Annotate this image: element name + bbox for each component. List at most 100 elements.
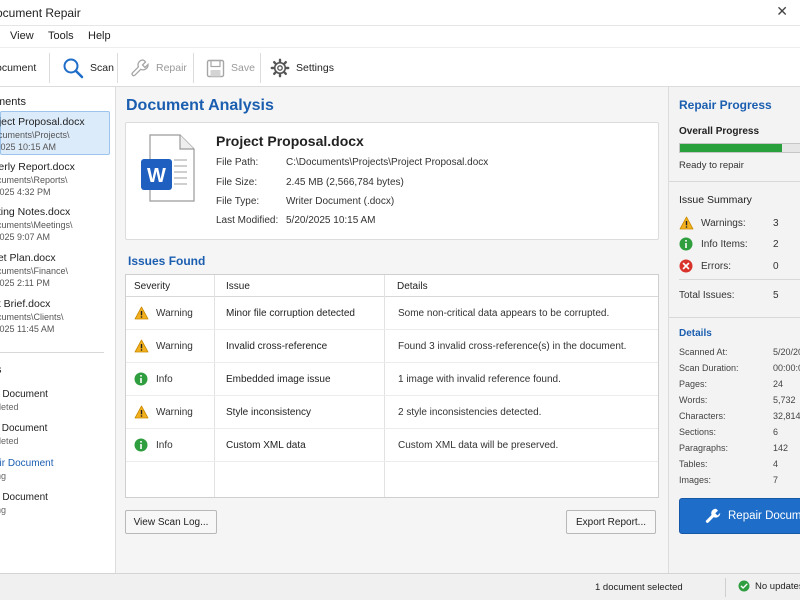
file-name: Project Proposal.docx xyxy=(216,133,364,149)
menu-help[interactable]: Help xyxy=(88,30,111,42)
meta-value: C:\Documents\Projects\Project Proposal.d… xyxy=(286,157,489,168)
document-date: /2025 9:07 AM xyxy=(0,232,51,242)
task-item-active[interactable]: air Document ing xyxy=(0,458,110,488)
update-status: No updates a xyxy=(738,580,800,592)
word-icon-letter: W xyxy=(147,165,166,187)
repair-document-button[interactable]: Repair Docume xyxy=(679,498,800,534)
issue-cell: Embedded image issue xyxy=(226,374,331,385)
severity-cell: Warning xyxy=(156,341,193,352)
details-cell: Found 3 invalid cross-reference(s) in th… xyxy=(398,341,627,352)
detail-value: 5/20/20 xyxy=(773,347,800,357)
task-item[interactable]: e Document ing xyxy=(0,492,110,522)
column-header-issue[interactable]: Issue xyxy=(214,275,384,297)
summary-value: 0 xyxy=(773,261,779,272)
warning-icon xyxy=(134,405,149,419)
toolbar-divider xyxy=(260,53,261,83)
export-report-button[interactable]: Export Report... xyxy=(566,510,656,534)
column-header-details[interactable]: Details xyxy=(384,275,658,297)
document-date: /2025 4:32 PM xyxy=(0,187,51,197)
task-title: s Document xyxy=(0,423,48,434)
task-title: n Document xyxy=(0,389,48,400)
info-icon xyxy=(134,372,148,386)
document-item[interactable]: eting Notes.docx ocuments\Meetings\ /202… xyxy=(0,202,110,246)
detail-value: 4 xyxy=(773,459,779,469)
document-path: ocuments\Meetings\ xyxy=(0,220,73,230)
detail-key: Words: xyxy=(679,395,708,405)
overall-progress-bar xyxy=(679,143,800,153)
summary-total: Total Issues: 5 xyxy=(679,288,799,304)
save-button[interactable]: Save xyxy=(206,54,255,82)
settings-label: Settings xyxy=(296,62,334,74)
summary-value: 3 xyxy=(773,218,779,229)
table-row[interactable]: Info Embedded image issue 1 image with i… xyxy=(126,363,658,396)
document-path: ocuments\Projects\ xyxy=(0,130,70,140)
selection-status: 1 document selected xyxy=(595,582,683,593)
summary-key: Errors: xyxy=(701,261,731,272)
gear-icon xyxy=(270,58,290,78)
task-status: ing xyxy=(0,505,7,515)
document-item[interactable]: nt Brief.docx ocuments\Clients\ /2025 11… xyxy=(0,294,110,338)
detail-key: Scan Duration: xyxy=(679,363,739,373)
panel-divider xyxy=(669,181,800,182)
sidebar-divider xyxy=(0,352,104,353)
table-row[interactable]: Info Custom XML data Custom XML data wil… xyxy=(126,429,658,462)
severity-cell: Info xyxy=(156,374,173,385)
column-header-severity[interactable]: Severity xyxy=(126,275,214,297)
detail-key: Tables: xyxy=(679,459,708,469)
table-row[interactable]: Warning Invalid cross-reference Found 3 … xyxy=(126,330,658,363)
task-title: air Document xyxy=(0,458,54,469)
meta-key: File Size: xyxy=(216,177,258,188)
scan-button[interactable]: Scan xyxy=(62,54,114,82)
meta-value: 5/20/2025 10:15 AM xyxy=(286,215,376,226)
detail-key: Scanned At: xyxy=(679,347,728,357)
open-document-button[interactable]: ocument xyxy=(0,54,36,82)
settings-button[interactable]: Settings xyxy=(270,54,334,82)
details-cell: 2 style inconsistencies detected. xyxy=(398,407,542,418)
repair-panel: Repair Progress Overall Progress Ready t… xyxy=(668,87,800,573)
wrench-icon xyxy=(131,59,149,77)
details-cell: 1 image with invalid reference found. xyxy=(398,374,561,385)
detail-value: 32,814 xyxy=(773,411,800,421)
document-date: /2025 10:15 AM xyxy=(0,142,57,152)
document-name: nt Brief.docx xyxy=(0,298,51,310)
meta-value: 2.45 MB (2,566,784 bytes) xyxy=(286,177,404,188)
repair-toolbar-button[interactable]: Repair xyxy=(130,54,187,82)
task-item[interactable]: s Document pleted xyxy=(0,423,110,453)
menu-view[interactable]: View xyxy=(10,30,34,42)
search-icon xyxy=(63,58,84,79)
meta-key: Last Modified: xyxy=(216,215,279,226)
warning-icon xyxy=(134,339,149,353)
progress-fill xyxy=(680,144,783,152)
document-item[interactable]: get Plan.docx ocuments\Finance\ /2025 2:… xyxy=(0,248,110,292)
document-item[interactable]: oject Proposal.docx ocuments\Projects\ /… xyxy=(0,111,110,155)
table-row[interactable]: Warning Style inconsistency 2 style inco… xyxy=(126,396,658,429)
detail-key: Characters: xyxy=(679,411,726,421)
document-item[interactable]: rterly Report.docx ocuments\Reports\ /20… xyxy=(0,157,110,201)
issue-summary-title: Issue Summary xyxy=(679,194,752,206)
view-scan-log-button[interactable]: View Scan Log... xyxy=(125,510,217,534)
save-icon xyxy=(206,59,225,77)
meta-key: File Type: xyxy=(216,196,260,207)
summary-info: Info Items: 2 xyxy=(679,237,799,253)
detail-value: 00:00:03 xyxy=(773,363,800,373)
status-bar: 1 document selected No updates a xyxy=(0,573,800,600)
close-window-icon[interactable]: ✕ xyxy=(776,3,788,20)
document-date: /2025 11:45 AM xyxy=(0,324,55,334)
menu-tools[interactable]: Tools xyxy=(48,30,74,42)
summary-value: 5 xyxy=(773,290,779,301)
table-row[interactable]: Warning Minor file corruption detected S… xyxy=(126,297,658,330)
tasks-heading: s xyxy=(0,364,2,376)
detail-value: 24 xyxy=(773,379,784,389)
details-title: Details xyxy=(679,328,712,339)
task-item[interactable]: n Document pleted xyxy=(0,389,110,419)
word-document-icon: W xyxy=(141,134,195,202)
summary-key: Total Issues: xyxy=(679,290,735,301)
detail-key: Paragraphs: xyxy=(679,443,729,453)
update-status-text: No updates a xyxy=(755,580,800,592)
document-name: eting Notes.docx xyxy=(0,206,71,218)
document-path: ocuments\Finance\ xyxy=(0,266,69,276)
details-cell: Custom XML data will be preserved. xyxy=(398,440,559,451)
document-name: get Plan.docx xyxy=(0,252,56,264)
detail-key: Sections: xyxy=(679,427,717,437)
issue-cell: Custom XML data xyxy=(226,440,306,451)
